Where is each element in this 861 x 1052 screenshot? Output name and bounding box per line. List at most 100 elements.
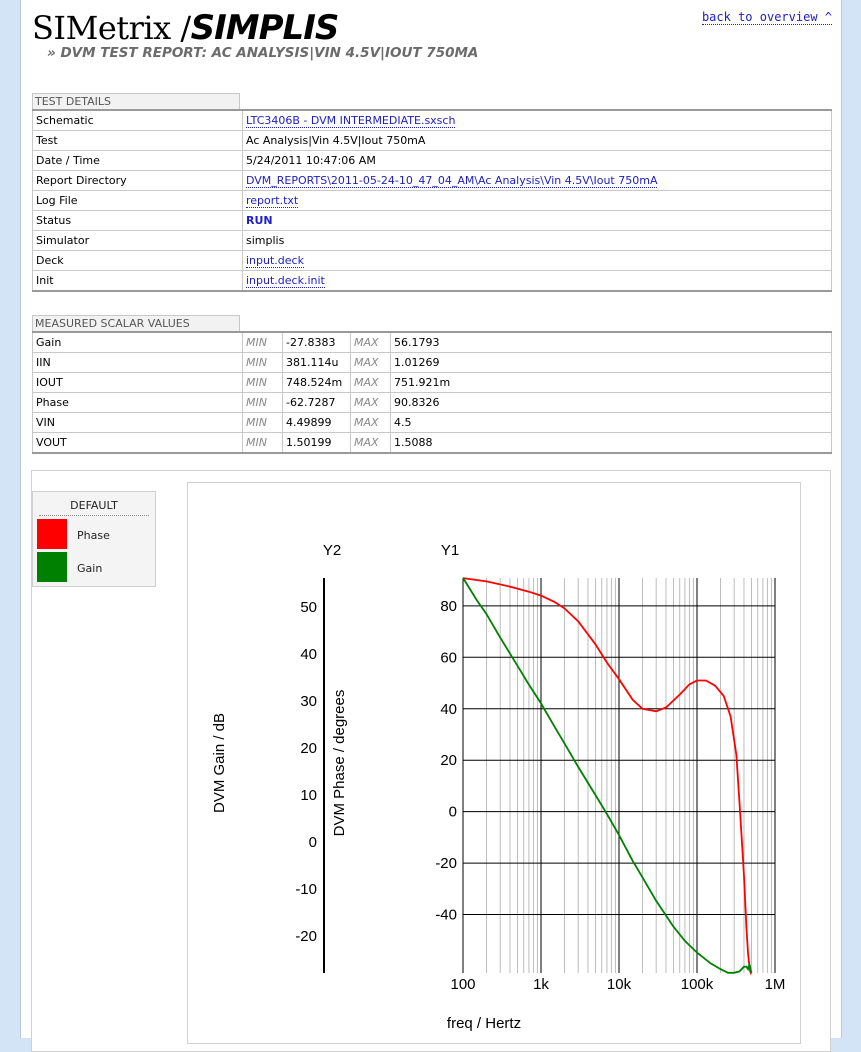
detail-row: Status RUN [32, 210, 832, 231]
detail-row: Test Ac Analysis|Vin 4.5V|Iout 750mA [32, 130, 832, 151]
detail-label: Deck [32, 250, 243, 271]
detail-link[interactable]: input.deck.init [246, 274, 325, 288]
detail-link[interactable]: input.deck [246, 254, 304, 268]
max-label: MAX [350, 392, 391, 413]
x-tick-label: 10k [607, 976, 632, 993]
detail-value-cell: input.deck [242, 250, 832, 271]
max-value: 4.5 [390, 412, 832, 433]
y2-tick-label: -20 [295, 928, 317, 945]
detail-row: Date / Time 5/24/2011 10:47:06 AM [32, 150, 832, 171]
scalar-values-table: Gain MIN -27.8383 MAX 56.1793 IIN MIN 381.114u M… [32, 331, 832, 454]
y2-tick-label: 10 [300, 787, 317, 804]
x-tick-label: 100 [450, 976, 475, 993]
legend-swatch-phase [37, 519, 67, 549]
detail-label: Init [32, 270, 243, 292]
detail-value-cell: 5/24/2011 10:47:06 AM [242, 150, 832, 171]
min-label: MIN [242, 331, 283, 353]
max-value: 56.1793 [390, 331, 832, 353]
legend-swatch-gain [37, 552, 67, 582]
detail-row: Deck input.deck [32, 250, 832, 271]
detail-value-cell: RUN [242, 210, 832, 231]
x-tick-label: 1k [533, 976, 549, 993]
scalar-row: VOUT MIN 1.50199 MAX 1.5088 [32, 432, 832, 454]
min-label: MIN [242, 352, 283, 373]
detail-label: Schematic [32, 109, 243, 131]
y1-tick-label: -40 [435, 907, 457, 924]
back-to-overview-link[interactable]: back to overview ^ [701, 10, 832, 25]
detail-row: Log File report.txt [32, 190, 832, 211]
detail-value: 5/24/2011 10:47:06 AM [246, 154, 376, 167]
bode-chart: 100 1k 10k 100k 1M806040200-20-4050403020100… [211, 542, 786, 1032]
detail-value: simplis [246, 234, 285, 247]
y2-tick-label: -10 [295, 881, 317, 898]
detail-label: Simulator [32, 230, 243, 251]
detail-value-cell: LTC3406B - DVM INTERMEDIATE.sxsch [242, 109, 832, 131]
max-label: MAX [350, 412, 391, 433]
test-details-table: Schematic LTC3406B - DVM INTERMEDIATE.sxs… [32, 109, 832, 292]
min-value: -27.8383 [282, 331, 351, 353]
detail-link[interactable]: report.txt [246, 194, 299, 208]
x-axis-label: freq / Hertz [447, 1015, 521, 1032]
scalar-name: VOUT [32, 432, 243, 454]
detail-row: Schematic LTC3406B - DVM INTERMEDIATE.sxs… [32, 109, 832, 131]
detail-label: Log File [32, 190, 243, 211]
min-label: MIN [242, 372, 283, 393]
simetrix-simplis-logo: SIMetrix /SIMPLIS [32, 8, 340, 50]
y1-tick-label: 40 [440, 701, 457, 718]
max-label: MAX [350, 432, 391, 454]
scalar-row: VIN MIN 4.49899 MAX 4.5 [32, 412, 832, 433]
y1-axis-title: Y1 [441, 542, 459, 559]
max-value: 1.5088 [390, 432, 832, 454]
detail-value-cell: report.txt [242, 190, 832, 211]
y2-tick-label: 30 [300, 693, 317, 710]
y2-tick-label: 50 [300, 599, 317, 616]
y2-axis-title: Y2 [323, 542, 341, 559]
detail-value-cell: DVM_REPORTS\2011-05-24-10_47_04_AM\Ac An… [242, 170, 832, 191]
x-tick-label: 1M [765, 976, 786, 993]
logo-simplis-text: SIMPLIS [190, 8, 340, 48]
y1-tick-label: 0 [449, 804, 457, 821]
min-label: MIN [242, 432, 283, 454]
scalar-row: Gain MIN -27.8383 MAX 56.1793 [32, 331, 832, 353]
min-value: 4.49899 [282, 412, 351, 433]
scalar-name: VIN [32, 412, 243, 433]
y2-axis-label: DVM Gain / dB [211, 713, 228, 813]
legend-title: DEFAULT [39, 499, 149, 516]
y1-axis-label: DVM Phase / degrees [331, 690, 348, 837]
y1-tick-label: 20 [440, 752, 457, 769]
detail-row: Simulator simplis [32, 230, 832, 251]
test-details-title: TEST DETAILS [32, 93, 240, 109]
detail-label: Report Directory [32, 170, 243, 191]
scalar-name: IOUT [32, 372, 243, 393]
detail-row: Init input.deck.init [32, 270, 832, 292]
logo-simetrix-text: SIMetrix / [32, 9, 191, 47]
scalar-name: Gain [32, 331, 243, 353]
min-value: -62.7287 [282, 392, 351, 413]
scalar-name: IIN [32, 352, 243, 373]
report-subtitle: » DVM TEST REPORT: AC ANALYSIS|VIN 4.5V|… [47, 45, 479, 61]
status-badge: RUN [246, 214, 273, 227]
detail-row: Report Directory DVM_REPORTS\2011-05-24-1… [32, 170, 832, 191]
max-value: 751.921m [390, 372, 832, 393]
detail-label: Test [32, 130, 243, 151]
scalar-row: IOUT MIN 748.524m MAX 751.921m [32, 372, 832, 393]
scalar-values-title: MEASURED SCALAR VALUES [32, 315, 240, 331]
scalar-name: Phase [32, 392, 243, 413]
detail-link[interactable]: LTC3406B - DVM INTERMEDIATE.sxsch [246, 114, 456, 128]
legend-label-phase: Phase [77, 529, 110, 542]
detail-value-cell: Ac Analysis|Vin 4.5V|Iout 750mA [242, 130, 832, 151]
y1-tick-label: 80 [440, 598, 457, 615]
scalar-row: IIN MIN 381.114u MAX 1.01269 [32, 352, 832, 373]
legend-label-gain: Gain [77, 562, 103, 575]
max-label: MAX [350, 352, 391, 373]
detail-value-cell: simplis [242, 230, 832, 251]
y1-tick-label: 60 [440, 649, 457, 666]
y2-tick-label: 0 [309, 834, 317, 851]
min-value: 381.114u [282, 352, 351, 373]
y1-tick-label: -20 [435, 855, 457, 872]
detail-link[interactable]: DVM_REPORTS\2011-05-24-10_47_04_AM\Ac An… [246, 174, 658, 188]
scalar-row: Phase MIN -62.7287 MAX 90.8326 [32, 392, 832, 413]
detail-value-cell: input.deck.init [242, 270, 832, 292]
detail-value: Ac Analysis|Vin 4.5V|Iout 750mA [246, 134, 426, 147]
detail-label: Status [32, 210, 243, 231]
